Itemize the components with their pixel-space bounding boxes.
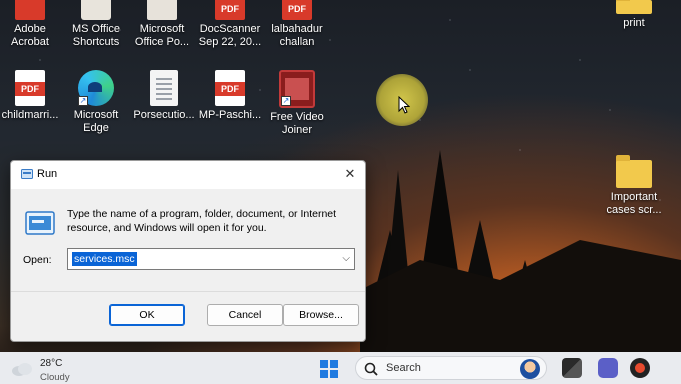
shortcut-arrow-icon: ↗ bbox=[78, 96, 88, 106]
task-view-icon[interactable] bbox=[562, 358, 582, 378]
chevron-down-icon[interactable]: ⌵ bbox=[342, 253, 350, 264]
cloud-icon bbox=[12, 363, 32, 376]
office-powerpoint-icon bbox=[147, 0, 177, 20]
office-shortcut-icon bbox=[81, 0, 111, 20]
recording-app-icon[interactable] bbox=[630, 358, 650, 378]
icon-label: Adobe Acrobat bbox=[11, 23, 49, 48]
icon-label: lalbahadur challan bbox=[271, 23, 323, 48]
open-combobox[interactable]: services.msc ⌵ bbox=[67, 248, 355, 270]
pdf-icon: PDF bbox=[215, 0, 245, 20]
cancel-button[interactable]: Cancel bbox=[207, 304, 283, 326]
desktop-icon-print[interactable]: print bbox=[600, 0, 668, 30]
shortcut-arrow-icon: ↗ bbox=[281, 96, 291, 106]
desktop-icon-docscanner[interactable]: PDF DocScanner Sep 22, 20... bbox=[196, 0, 264, 49]
pdf-icon: PDF bbox=[215, 70, 245, 106]
icon-label: print bbox=[623, 17, 645, 29]
icon-label: childmarri... bbox=[1, 109, 59, 121]
desktop-icon-ms-office-shortcuts[interactable]: MS Office Shortcuts bbox=[62, 0, 130, 49]
open-label: Open: bbox=[23, 254, 52, 266]
run-icon bbox=[21, 169, 33, 179]
document-icon bbox=[150, 70, 178, 106]
icon-label: Important cases scr... bbox=[606, 191, 662, 216]
icon-label: Microsoft Edge bbox=[73, 109, 119, 134]
weather-temperature: 28°C bbox=[40, 358, 63, 369]
icon-label: Free Video Joiner bbox=[270, 111, 324, 136]
ok-button[interactable]: OK bbox=[109, 304, 185, 326]
folder-icon bbox=[616, 155, 652, 188]
desktop-icon-important-cases[interactable]: Important cases scr... bbox=[600, 155, 668, 217]
mouse-cursor-highlight bbox=[376, 74, 428, 126]
desktop-icon-microsoft-office-po[interactable]: Microsoft Office Po... bbox=[128, 0, 196, 49]
desktop: Adobe Acrobat MS Office Shortcuts Micros… bbox=[0, 0, 681, 352]
desktop-icon-lalbahadur-challan[interactable]: PDF lalbahadur challan bbox=[263, 0, 331, 49]
taskbar-search[interactable]: Search bbox=[355, 356, 547, 380]
desktop-icon-childmarri[interactable]: PDF childmarri... bbox=[0, 70, 64, 122]
pdf-icon: PDF bbox=[282, 0, 312, 20]
desktop-icon-mp-paschi[interactable]: PDF MP-Paschi... bbox=[196, 70, 264, 122]
weather-widget[interactable]: 28°C Cloudy bbox=[10, 356, 100, 383]
mouse-pointer-icon bbox=[398, 96, 410, 114]
search-placeholder: Search bbox=[386, 362, 421, 374]
desktop-icon-microsoft-edge[interactable]: ↗ Microsoft Edge bbox=[62, 70, 130, 135]
run-dialog-titlebar[interactable]: Run ✕ bbox=[11, 161, 365, 189]
video-film-icon: ↗ bbox=[279, 70, 315, 108]
dialog-title: Run bbox=[37, 168, 58, 180]
browse-button[interactable]: Browse... bbox=[283, 304, 359, 326]
windows-start-icon[interactable] bbox=[320, 360, 338, 378]
desktop-icon-free-video-joiner[interactable]: ↗ Free Video Joiner bbox=[263, 70, 331, 137]
search-icon bbox=[364, 362, 378, 376]
folder-icon bbox=[616, 0, 652, 14]
weather-condition: Cloudy bbox=[40, 372, 70, 383]
open-input-value[interactable]: services.msc bbox=[72, 252, 137, 266]
pdf-icon: PDF bbox=[15, 70, 45, 106]
dialog-footer: OK Cancel Browse... bbox=[11, 291, 365, 341]
icon-label: MS Office Shortcuts bbox=[71, 23, 121, 48]
meet-video-icon[interactable] bbox=[598, 358, 618, 378]
run-dialog: Run ✕ Type the name of a program, folder… bbox=[10, 160, 366, 342]
taskbar: 28°C Cloudy Search bbox=[0, 352, 681, 384]
icon-label: Microsoft Office Po... bbox=[134, 23, 190, 48]
wallpaper-trees bbox=[360, 150, 681, 352]
icon-label: MP-Paschi... bbox=[198, 109, 262, 121]
icon-label: DocScanner Sep 22, 20... bbox=[198, 23, 262, 48]
dialog-description: Type the name of a program, folder, docu… bbox=[67, 208, 337, 234]
desktop-icon-porsecutio[interactable]: Porsecutio... bbox=[130, 70, 198, 122]
close-icon[interactable]: ✕ bbox=[337, 161, 363, 187]
search-highlight-avatar bbox=[520, 359, 540, 379]
desktop-icon-adobe-acrobat[interactable]: Adobe Acrobat bbox=[0, 0, 64, 49]
icon-label: Porsecutio... bbox=[133, 109, 195, 121]
edge-icon: ↗ bbox=[78, 70, 114, 106]
pdf-icon bbox=[15, 0, 45, 20]
run-program-icon bbox=[25, 211, 55, 235]
